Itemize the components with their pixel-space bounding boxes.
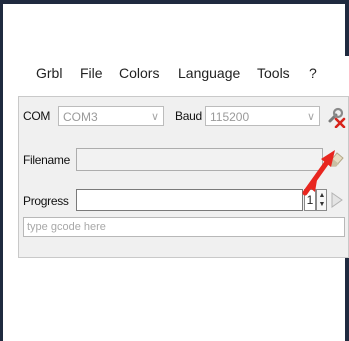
baud-rate-select[interactable]: 115200 ∨ [205, 106, 320, 126]
menu-help[interactable]: ? [309, 63, 317, 83]
outer-frame-left [0, 0, 3, 341]
chevron-down-icon: ∨ [306, 111, 315, 123]
menu-grbl[interactable]: Grbl [36, 63, 62, 83]
menu-file[interactable]: File [80, 63, 103, 83]
menu-language[interactable]: Language [178, 63, 240, 83]
gcode-placeholder: type gcode here [27, 221, 106, 233]
menu-bar: Grbl File Colors Language Tools ? [18, 56, 349, 94]
gcode-command-input[interactable]: type gcode here [23, 217, 345, 237]
baud-rate-value: 115200 [210, 110, 250, 124]
outer-frame-top [0, 0, 349, 4]
eraser-icon[interactable] [325, 148, 347, 170]
stepper-value: 1 [304, 189, 316, 211]
control-panel: COM COM3 ∨ Baud 115200 ∨ Filename Progre… [18, 96, 349, 258]
menu-tools[interactable]: Tools [257, 63, 290, 83]
repeat-count-stepper[interactable]: 1 ▲ ▼ [304, 189, 328, 211]
wrench-disconnect-icon[interactable] [325, 106, 347, 129]
com-port-select[interactable]: COM3 ∨ [58, 106, 164, 126]
grbl-plotter-window: Grbl File Colors Language Tools ? COM CO… [18, 56, 349, 258]
play-triangle-icon[interactable] [330, 192, 344, 208]
menu-colors[interactable]: Colors [119, 63, 159, 83]
com-port-value: COM3 [63, 110, 98, 124]
progress-label: Progress [23, 194, 69, 208]
chevron-down-icon[interactable]: ▼ [318, 200, 326, 209]
chevron-down-icon: ∨ [150, 111, 159, 123]
chevron-up-icon[interactable]: ▲ [318, 191, 326, 200]
baud-label: Baud [175, 109, 202, 123]
progress-bar [76, 189, 303, 211]
filename-field[interactable] [76, 148, 323, 171]
filename-label: Filename [23, 153, 70, 167]
com-label: COM [23, 109, 51, 123]
stepper-buttons: ▲ ▼ [316, 189, 327, 211]
